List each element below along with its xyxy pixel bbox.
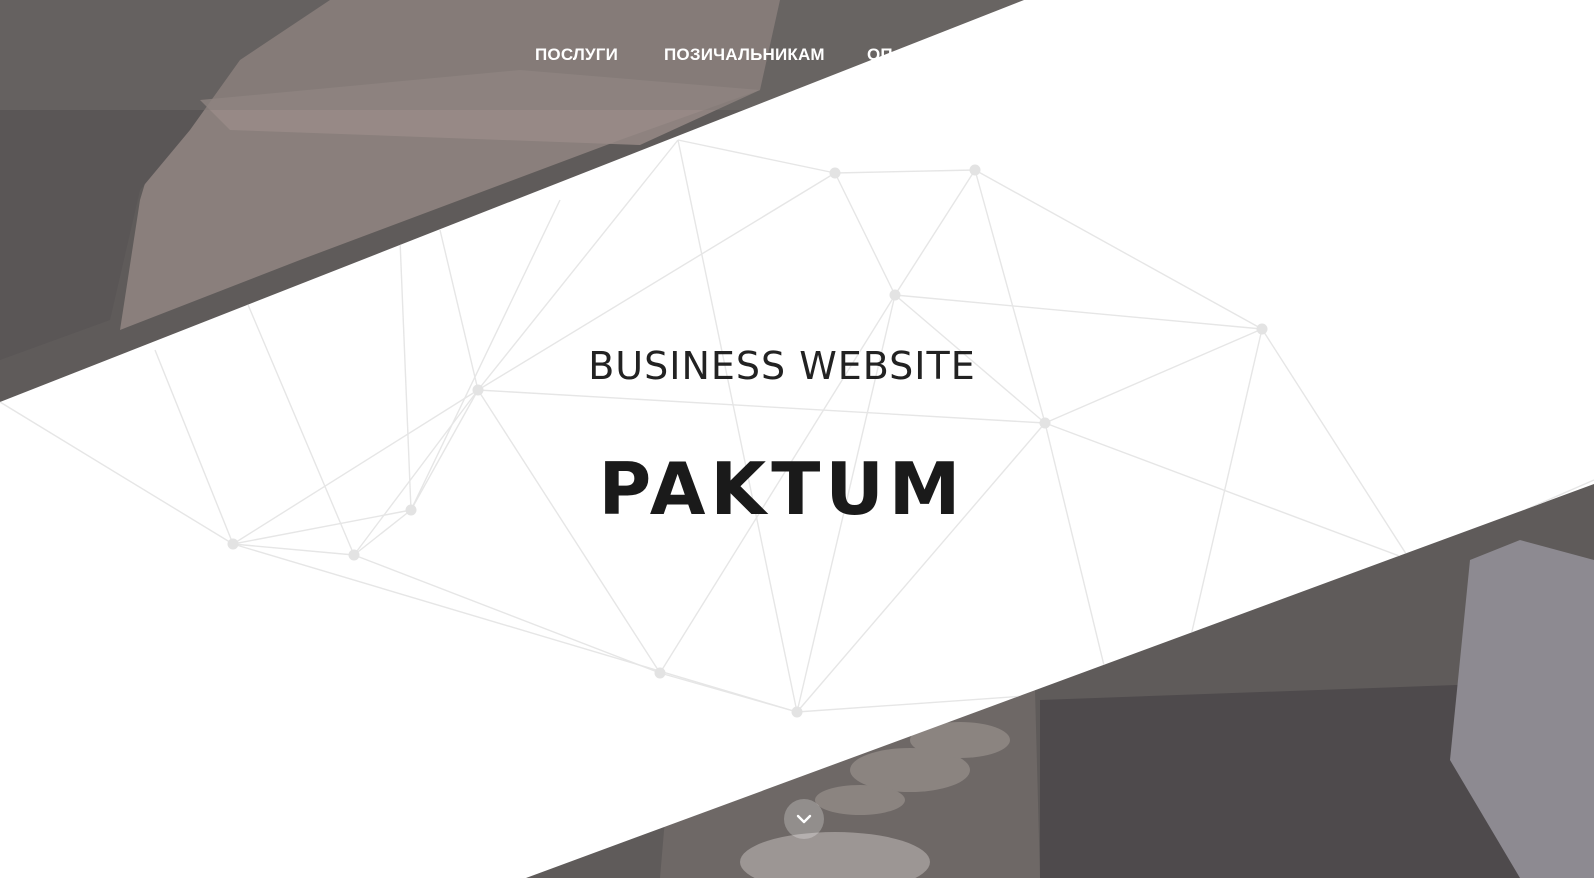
nav-item-partial[interactable]: ОП bbox=[867, 44, 915, 66]
scroll-down-button[interactable] bbox=[784, 799, 824, 839]
network-pattern bbox=[0, 139, 1594, 718]
nav-item-borrowers[interactable]: ПОЗИЧАЛЬНИКАМ bbox=[664, 44, 825, 66]
hero-section: ПОСЛУГИ ПОЗИЧАЛЬНИКАМ ОП BUSINESS WEBSIT… bbox=[0, 0, 1594, 878]
nav-item-services[interactable]: ПОСЛУГИ bbox=[535, 44, 618, 66]
hero-title: PAKTUM bbox=[598, 447, 966, 531]
hero-subtitle: BUSINESS WEBSITE bbox=[588, 344, 976, 388]
top-navigation: ПОСЛУГИ ПОЗИЧАЛЬНИКАМ ОП bbox=[0, 0, 1594, 110]
chevron-down-icon bbox=[796, 814, 812, 824]
